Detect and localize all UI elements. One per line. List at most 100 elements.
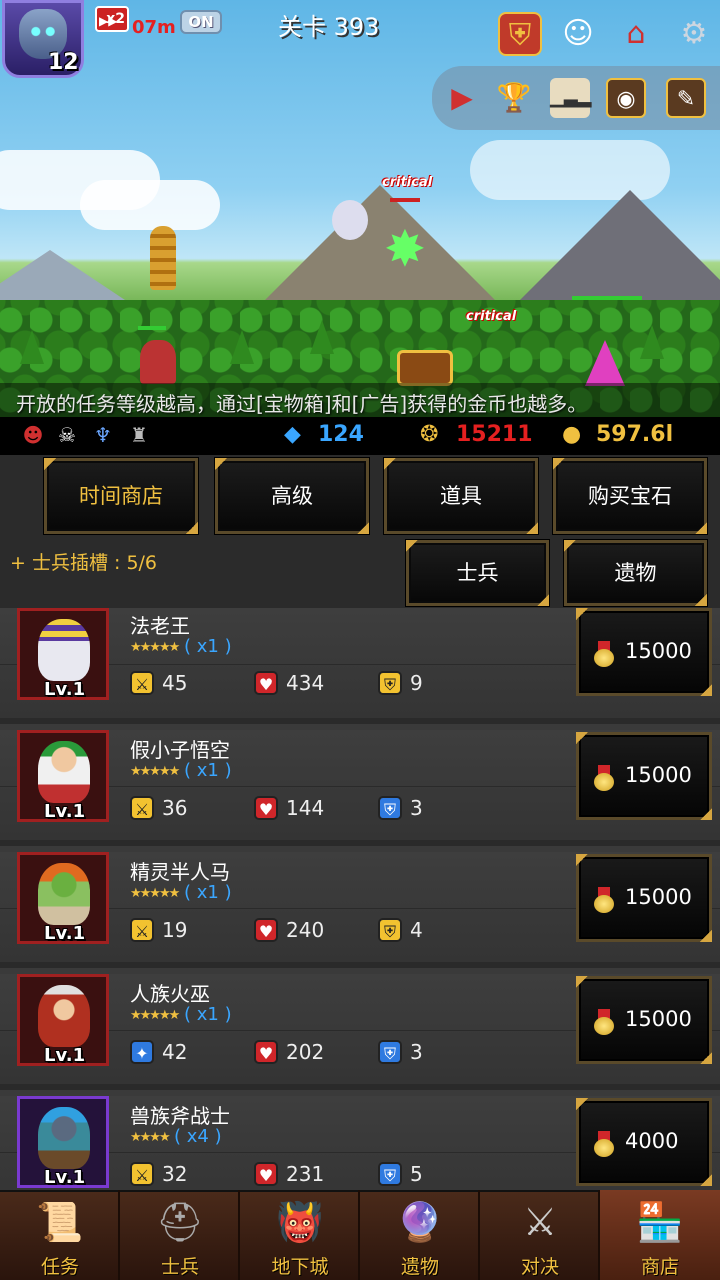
heart-icon: ♥ [254,671,278,695]
list-item: Lv.1 假小子悟空 ★★★★★ ( x1 ) ⚔ 36 ♥ 144 ⛨ 3 1… [0,730,720,846]
unit-name: 精灵半人马 [130,860,230,884]
nav-soldiers[interactable]: ⛑ 士兵 [120,1190,240,1280]
play-icon[interactable]: ▶ [442,78,482,118]
house-icon[interactable]: ⌂ [614,12,658,56]
critical-label: critical [466,309,517,324]
soldier-sprite [140,340,176,384]
price: 15000 [625,639,692,663]
shield-icon: ⛨ [378,671,402,695]
unit-name: 兽族斧战士 [130,1104,230,1128]
knight-head-icon: ♜ [130,423,148,447]
subtab-relics[interactable]: 遗物 [564,540,707,606]
book-icon[interactable]: ◉ [606,78,646,118]
shield-icon: ⛨ [378,1162,402,1186]
mountain [520,190,720,300]
shield-icon: ⛨ [378,918,402,942]
unit-portrait[interactable]: Lv.1 [17,730,109,822]
unit-portrait[interactable]: Lv.1 [17,1096,109,1188]
gold-count: 597.6l [596,422,674,447]
buy-button[interactable]: 4000 [576,1098,712,1186]
buy-button[interactable]: 15000 [576,608,712,696]
impact-burst-icon: ✸ [384,220,426,278]
nav-quests[interactable]: 📜 任务 [0,1190,120,1280]
medal-icon [593,887,615,913]
orc-axe-sprite [38,1107,90,1169]
sword-icon: ⚔ [130,796,154,820]
defense-value: 5 [410,1162,423,1186]
medal-count: 15211 [456,422,533,447]
subtab-soldiers[interactable]: 士兵 [406,540,549,606]
fire-mage-sprite [38,985,90,1047]
buy-button[interactable]: 15000 [576,976,712,1064]
nav-shop[interactable]: 🏪 商店 [600,1190,720,1280]
unit-stars: ★★★★★ [130,1008,180,1023]
heart-icon: ♥ [254,1162,278,1186]
monster-icon: 👹 [276,1200,324,1244]
shield-icon[interactable]: ⛨ [498,12,542,56]
attack-value: 42 [162,1040,188,1064]
medal-icon [593,641,615,667]
nav-label: 士兵 [160,1256,199,1278]
demon-head-icon: ♆ [94,423,112,447]
soldier-slot-label[interactable]: + 士兵插槽 : 5/6 [10,548,157,575]
unit-portrait[interactable]: Lv.1 [17,974,109,1066]
sword-icon: ⚔ [130,671,154,695]
centaur-sprite [38,863,90,925]
nav-label: 对决 [520,1256,559,1278]
sword-icon: ⚔ [130,1162,154,1186]
gear-icon[interactable]: ⚙ [672,12,716,56]
attack-value: 32 [162,1162,188,1186]
list-item: Lv.1 精灵半人马 ★★★★★ ( x1 ) ⚔ 19 ♥ 240 ⛨ 4 1… [0,852,720,968]
unit-portrait[interactable]: Lv.1 [17,608,109,700]
medal-icon [593,1131,615,1157]
speed-boost-icon[interactable]: ▶▶ x2 [95,6,129,32]
nav-label: 地下城 [271,1256,329,1278]
unit-multiplier: ( x4 ) [174,1126,222,1147]
tab-items[interactable]: 道具 [384,458,538,534]
podium-icon[interactable]: ▁▃▂ [550,78,592,118]
buy-button[interactable]: 15000 [576,854,712,942]
tab-premium[interactable]: 高级 [215,458,369,534]
tree [20,330,44,364]
sword-icon: ⚔ [130,918,154,942]
heart-icon: ♥ [254,1040,278,1064]
unit-portrait[interactable]: Lv.1 [17,852,109,944]
fast-forward-icon: ▶▶ [99,14,118,28]
nav-relics[interactable]: 🔮 遗物 [360,1190,480,1280]
price: 4000 [625,1129,679,1153]
nav-duel[interactable]: ⚔ 对决 [480,1190,600,1280]
shield-icon: ⛨ [378,796,402,820]
magic-wand-icon: ✦ [130,1040,154,1064]
unit-level: Lv.1 [44,801,86,822]
defense-value: 4 [410,918,423,942]
unit-name: 法老王 [130,614,190,638]
buy-button[interactable]: 15000 [576,732,712,820]
price: 15000 [625,885,692,909]
trophy-icon[interactable]: 🏆 [494,78,534,118]
unit-name: 假小子悟空 [130,738,230,762]
nav-label: 任务 [40,1256,79,1278]
tab-time-shop[interactable]: 时间商店 [44,458,198,534]
unit-stars: ★★★★★ [130,764,180,779]
battle-scene: critical critical ✸ 开放的任务等级越高，通过[宝物箱]和[广… [0,0,720,417]
crystal-icon [585,340,625,386]
list-item: Lv.1 兽族斧战士 ★★★★ ( x4 ) ⚔ 32 ♥ 231 ⛨ 5 40… [0,1096,720,1190]
enemy-sprite [332,200,368,240]
quest-book-icon[interactable]: ✎ [666,78,706,118]
tab-buy-gems[interactable]: 购买宝石 [553,458,707,534]
treasure-chest-icon[interactable] [397,350,453,386]
unit-multiplier: ( x1 ) [184,636,232,657]
unit-list[interactable]: Lv.1 法老王 ★★★★★ ( x1 ) ⚔ 45 ♥ 434 ⛨ 9 150… [0,608,720,1190]
medal-icon [593,765,615,791]
plant-sprite [150,226,176,290]
nav-dungeon[interactable]: 👹 地下城 [240,1190,360,1280]
diamond-icon: ◆ [284,422,301,447]
angel-icon[interactable]: ☺ [556,12,600,56]
nav-label: 商店 [640,1256,679,1278]
medal-icon: ❂ [420,422,439,447]
unit-level: Lv.1 [44,1045,86,1066]
soldier-head-icon: ☻ [22,423,44,447]
shop-icon: 🏪 [636,1200,684,1244]
speed-timer: 07m [132,17,176,38]
speed-toggle[interactable]: ON [180,10,222,34]
